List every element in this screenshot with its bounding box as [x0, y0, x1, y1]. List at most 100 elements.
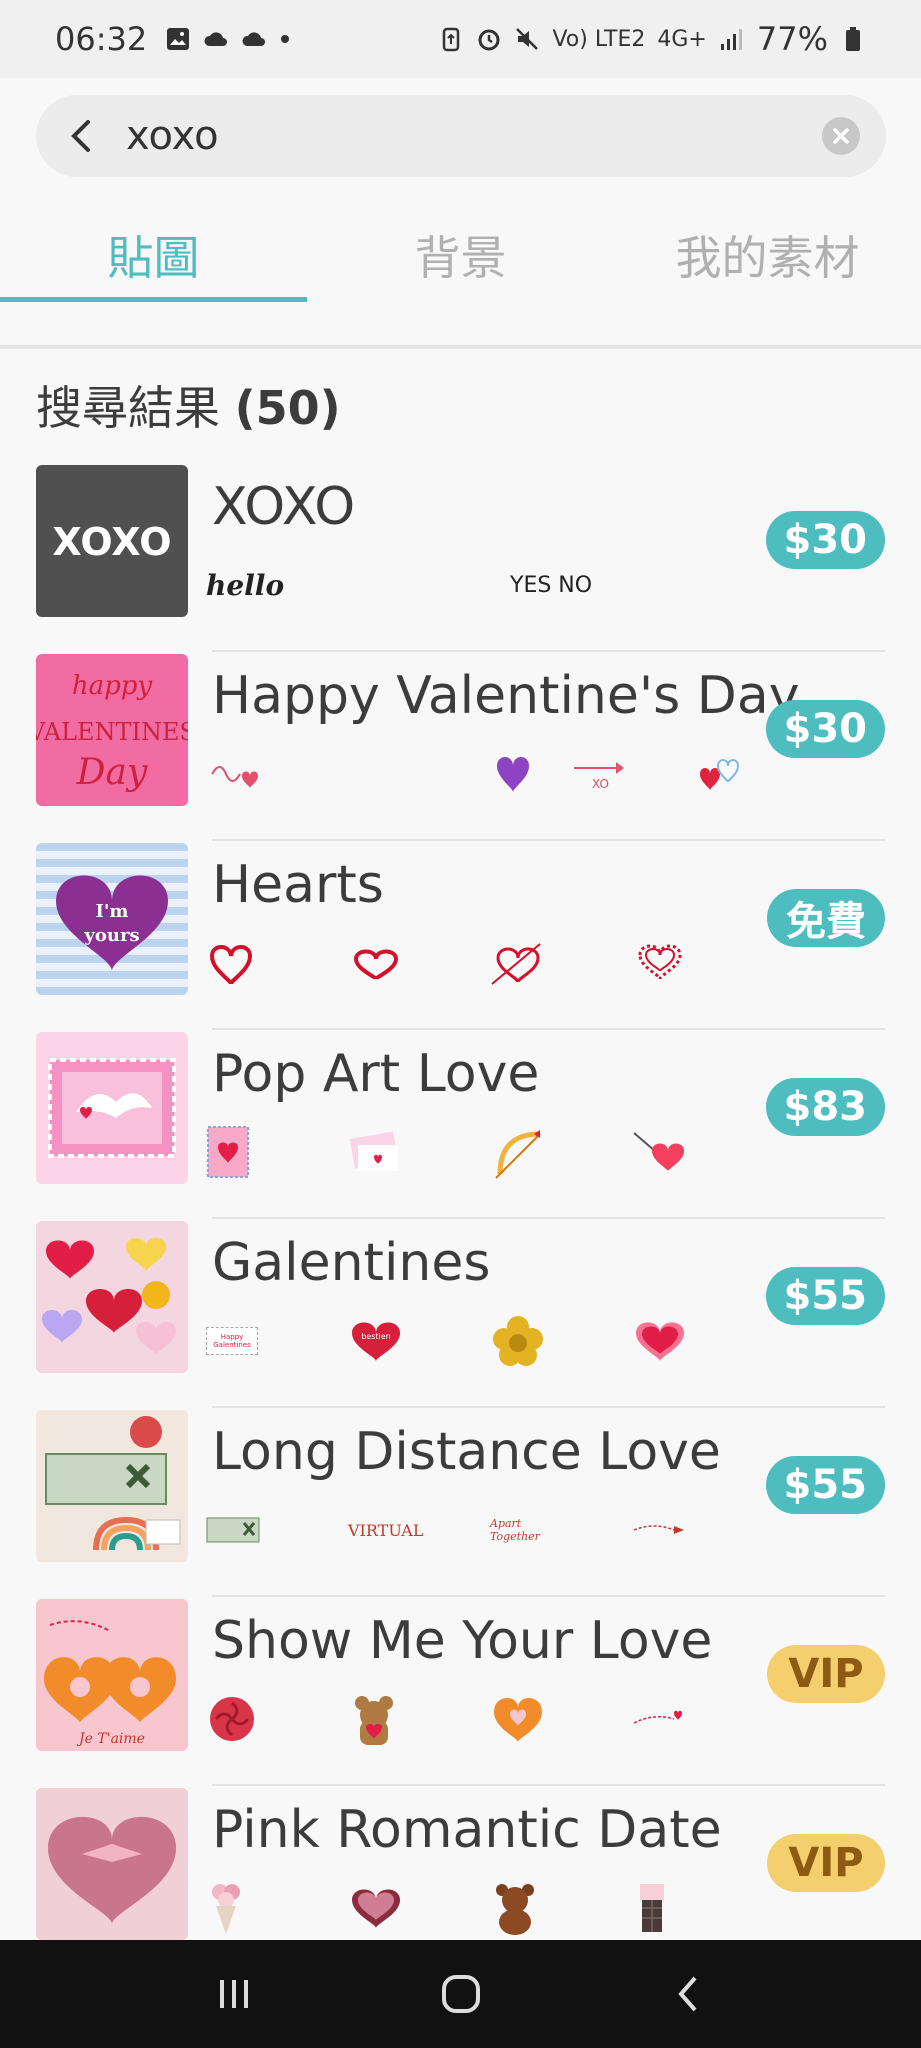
network-label: 4G+ [657, 26, 707, 52]
preview-red-heart-4 [632, 933, 774, 993]
system-navigation-bar [0, 1940, 921, 2048]
pack-thumbnail-show-me: Je T'aime [36, 1599, 188, 1751]
preview-strip: VIRTUAL Apart Together [206, 1500, 774, 1560]
pack-title: Pink Romantic Date [212, 1800, 722, 1860]
price-badge[interactable]: $30 [765, 511, 885, 569]
status-time: 06:32 [55, 20, 148, 58]
close-icon [833, 128, 849, 144]
preview-blank [348, 555, 490, 615]
home-button[interactable] [421, 1954, 501, 2034]
preview-strip: hello YES NO [206, 555, 774, 615]
list-item[interactable]: XOXO XOXO hello YES NO $30 [0, 463, 921, 652]
tab-my-materials[interactable]: 我的素材 [614, 210, 921, 306]
list-item[interactable]: Pop Art Love $83 [0, 1030, 921, 1219]
list-item[interactable]: Je T'aime Show Me Your Love VIP [0, 1597, 921, 1786]
preview-red-heart-2 [348, 933, 490, 993]
pack-title: Galentines [212, 1233, 491, 1293]
preview-donut [490, 1689, 632, 1749]
preview-strip: XO [206, 744, 774, 804]
preview-strip [206, 1878, 774, 1938]
pack-thumbnail-xoxo: XOXO [36, 465, 188, 617]
xoxo-logo-text: XOXO [52, 520, 171, 564]
preview-postage [206, 1500, 348, 1560]
pack-thumbnail-hearts: I'm yours [36, 843, 188, 995]
preview-hello: hello [206, 568, 285, 602]
preview-strip [206, 1689, 774, 1749]
preview-purple-heart [348, 744, 529, 804]
list-item[interactable]: happy VALENTINES Day Happy Valentine's D… [0, 652, 921, 841]
preview-bear [348, 1689, 490, 1749]
preview-pink-heart [632, 1311, 774, 1371]
preview-envelope [348, 1122, 490, 1182]
price-badge[interactable]: $30 [765, 700, 885, 758]
svg-text:I'm: I'm [96, 901, 129, 922]
cloud-outline-icon [242, 32, 266, 46]
svg-text:Day: Day [76, 752, 148, 793]
vip-badge[interactable]: VIP [767, 1834, 885, 1892]
battery-saver-icon [443, 27, 460, 52]
price-badge[interactable]: $55 [765, 1456, 885, 1514]
results-heading: 搜尋結果 (50) [36, 372, 341, 438]
list-item[interactable]: Long Distance Love VIRTUAL Apart Togethe… [0, 1408, 921, 1597]
preview-chocolate-bar [632, 1878, 774, 1938]
list-item[interactable]: I'm yours Hearts 免費 [0, 841, 921, 1030]
tab-stickers[interactable]: 貼圖 [0, 210, 307, 306]
preview-strip: Happy Galentines bestien [206, 1311, 774, 1371]
tab-bar: 貼圖 背景 我的素材 [0, 210, 921, 306]
battery-icon [846, 27, 860, 51]
pack-title: Happy Valentine's Day [212, 666, 800, 726]
preview-rose [206, 1689, 348, 1749]
price-badge[interactable]: $83 [765, 1078, 885, 1136]
results-label: 搜尋結果 [36, 381, 220, 435]
pack-title: Long Distance Love [212, 1422, 721, 1482]
preview-virtual: VIRTUAL [348, 1520, 424, 1540]
svg-text:happy: happy [72, 671, 153, 701]
vip-badge[interactable]: VIP [767, 1645, 885, 1703]
mute-icon [516, 28, 539, 50]
preview-chocolate-box [348, 1878, 490, 1938]
preview-apart-together: Apart Together [490, 1517, 540, 1543]
preview-teddy [490, 1878, 632, 1938]
svg-text:yours: yours [83, 925, 139, 946]
results-list: XOXO XOXO hello YES NO $30 happy VALENTI… [0, 463, 921, 1975]
tab-backgrounds[interactable]: 背景 [307, 210, 614, 306]
dot-icon [281, 35, 290, 43]
recent-apps-button[interactable] [194, 1954, 274, 2034]
pack-thumbnail-pink-date [36, 1788, 188, 1940]
preview-bow-arrow [490, 1122, 632, 1182]
pack-title: Show Me Your Love [212, 1611, 713, 1671]
gallery-icon [167, 28, 190, 50]
results-count: (50) [234, 381, 341, 435]
svg-text:XO: XO [592, 777, 609, 791]
search-input[interactable] [126, 113, 766, 159]
preview-flower [490, 1311, 632, 1371]
pack-title: Pop Art Love [212, 1044, 540, 1104]
pack-thumbnail-galentines [36, 1221, 188, 1373]
price-badge[interactable]: $55 [765, 1267, 885, 1325]
svg-text:Je T'aime: Je T'aime [76, 1731, 145, 1747]
preview-bouquet [206, 1878, 348, 1938]
pack-title: Hearts [212, 855, 384, 915]
clear-search-button[interactable] [822, 117, 860, 155]
preview-stamp [206, 1122, 348, 1182]
nav-back-button[interactable] [648, 1954, 728, 2034]
notification-icons [165, 26, 291, 52]
price-badge[interactable]: 免費 [767, 889, 885, 947]
back-arrow-icon [677, 1976, 697, 2012]
preview-arrow-heart [632, 1689, 774, 1749]
home-icon [441, 1975, 480, 2013]
search-bar [36, 95, 886, 177]
preview-red-heart-1 [206, 933, 348, 993]
preview-swirl-heart [206, 744, 348, 804]
signal-icon [720, 29, 742, 50]
preview-happy-galentines: Happy Galentines [206, 1311, 348, 1371]
list-item[interactable]: Galentines Happy Galentines bestien $55 [0, 1219, 921, 1408]
back-button[interactable] [36, 95, 126, 177]
preview-double-heart [632, 744, 774, 804]
alarm-icon [478, 29, 500, 51]
volte-label: Vo) LTE2 [552, 26, 646, 52]
preview-yes-no: YES NO [510, 572, 593, 598]
status-bar: 06:32 Vo) LTE2 4G+ 77% [0, 0, 921, 78]
pack-thumbnail-pop-art [36, 1032, 188, 1184]
cloud-icon [204, 32, 228, 46]
